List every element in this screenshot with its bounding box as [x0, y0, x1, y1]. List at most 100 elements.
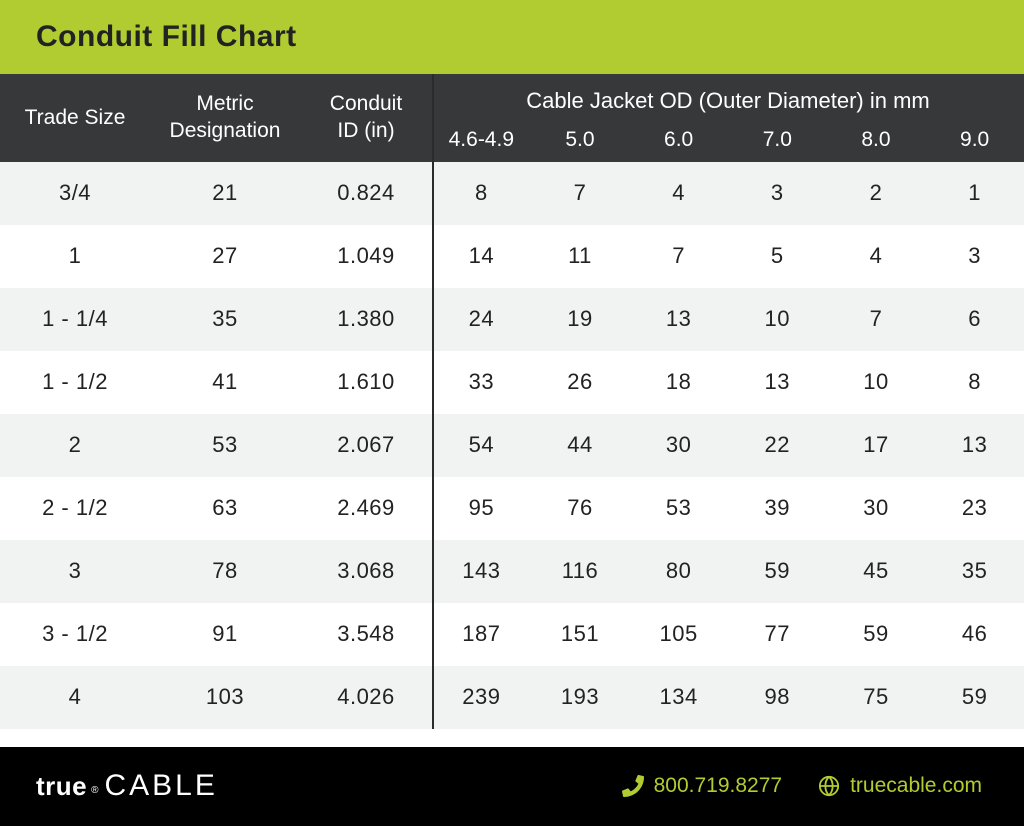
conduit-fill-table: Trade Size MetricDesignation ConduitID (…: [0, 74, 1024, 729]
cell-metric: 35: [150, 288, 300, 351]
cell-od-4: 10: [827, 351, 926, 414]
cell-od-0: 54: [432, 414, 531, 477]
page-title: Conduit Fill Chart: [36, 20, 297, 54]
phone-item: 800.719.8277: [622, 774, 782, 798]
cell-trade: 2 - 1/2: [0, 477, 150, 540]
cell-od-0: 187: [432, 603, 531, 666]
cell-od-0: 8: [432, 162, 531, 225]
cell-od-4: 75: [827, 666, 926, 729]
table-row: 3783.06814311680594535: [0, 540, 1024, 603]
cell-conduit: 2.067: [300, 414, 432, 477]
cell-od-2: 105: [629, 603, 728, 666]
cell-od-0: 239: [432, 666, 531, 729]
cell-od-1: 193: [531, 666, 630, 729]
cell-conduit: 0.824: [300, 162, 432, 225]
cell-od-5: 8: [925, 351, 1024, 414]
cell-od-1: 44: [531, 414, 630, 477]
table-row: 2 - 1/2632.469957653393023: [0, 477, 1024, 540]
cell-od-0: 14: [432, 225, 531, 288]
brand-registered-icon: ®: [91, 785, 98, 796]
phone-icon: [622, 775, 644, 797]
cell-od-4: 17: [827, 414, 926, 477]
cell-od-2: 80: [629, 540, 728, 603]
col-header-od-1: 5.0: [531, 118, 630, 162]
cell-metric: 91: [150, 603, 300, 666]
cell-od-0: 33: [432, 351, 531, 414]
cell-od-3: 13: [728, 351, 827, 414]
cell-od-0: 143: [432, 540, 531, 603]
col-header-od-group: Cable Jacket OD (Outer Diameter) in mm: [432, 74, 1024, 118]
cell-od-2: 13: [629, 288, 728, 351]
cell-od-5: 23: [925, 477, 1024, 540]
cell-metric: 78: [150, 540, 300, 603]
cell-od-4: 30: [827, 477, 926, 540]
vertical-divider: [432, 74, 434, 729]
col-header-od-4: 8.0: [827, 118, 926, 162]
cell-metric: 63: [150, 477, 300, 540]
col-header-od-3: 7.0: [728, 118, 827, 162]
cell-od-0: 95: [432, 477, 531, 540]
cell-metric: 103: [150, 666, 300, 729]
cell-od-5: 59: [925, 666, 1024, 729]
cell-od-2: 30: [629, 414, 728, 477]
cell-od-2: 134: [629, 666, 728, 729]
cell-conduit: 3.068: [300, 540, 432, 603]
cell-conduit: 3.548: [300, 603, 432, 666]
cell-trade: 3/4: [0, 162, 150, 225]
cell-od-0: 24: [432, 288, 531, 351]
col-header-conduit-id: ConduitID (in): [300, 74, 432, 162]
table-row: 1271.04914117543: [0, 225, 1024, 288]
cell-trade: 1 - 1/2: [0, 351, 150, 414]
table-row: 41034.026239193134987559: [0, 666, 1024, 729]
cell-od-1: 11: [531, 225, 630, 288]
cell-conduit: 1.049: [300, 225, 432, 288]
table-row: 3/4210.824874321: [0, 162, 1024, 225]
cell-od-5: 1: [925, 162, 1024, 225]
cell-od-3: 59: [728, 540, 827, 603]
page: Conduit Fill Chart Trade Size MetricDesi…: [0, 0, 1024, 826]
cell-od-4: 7: [827, 288, 926, 351]
cell-trade: 1 - 1/4: [0, 288, 150, 351]
cell-od-1: 76: [531, 477, 630, 540]
table-row: 3 - 1/2913.548187151105775946: [0, 603, 1024, 666]
cell-od-1: 7: [531, 162, 630, 225]
website-item: truecable.com: [818, 774, 982, 798]
table-row: 1 - 1/4351.3802419131076: [0, 288, 1024, 351]
website-url: truecable.com: [850, 774, 982, 798]
cell-metric: 41: [150, 351, 300, 414]
brand-cable: CABLE: [105, 769, 218, 803]
cell-od-1: 19: [531, 288, 630, 351]
globe-icon: [818, 775, 840, 797]
cell-od-5: 35: [925, 540, 1024, 603]
cell-od-2: 4: [629, 162, 728, 225]
cell-od-3: 3: [728, 162, 827, 225]
brand-logo: true ® CABLE: [36, 769, 218, 803]
cell-od-5: 46: [925, 603, 1024, 666]
cell-conduit: 4.026: [300, 666, 432, 729]
cell-od-3: 10: [728, 288, 827, 351]
col-header-od-0: 4.6-4.9: [432, 118, 531, 162]
phone-number: 800.719.8277: [654, 774, 782, 798]
col-header-trade-size: Trade Size: [0, 74, 150, 162]
cell-od-4: 4: [827, 225, 926, 288]
cell-trade: 2: [0, 414, 150, 477]
col-header-metric-designation: MetricDesignation: [150, 74, 300, 162]
cell-od-2: 18: [629, 351, 728, 414]
cell-od-4: 59: [827, 603, 926, 666]
cell-od-5: 6: [925, 288, 1024, 351]
cell-od-5: 13: [925, 414, 1024, 477]
table-row: 2532.067544430221713: [0, 414, 1024, 477]
contact-block: 800.719.8277 truecable.com: [622, 774, 982, 798]
cell-conduit: 2.469: [300, 477, 432, 540]
cell-od-3: 5: [728, 225, 827, 288]
cell-conduit: 1.610: [300, 351, 432, 414]
cell-metric: 27: [150, 225, 300, 288]
cell-trade: 4: [0, 666, 150, 729]
cell-conduit: 1.380: [300, 288, 432, 351]
cell-metric: 53: [150, 414, 300, 477]
cell-od-3: 98: [728, 666, 827, 729]
cell-od-3: 77: [728, 603, 827, 666]
col-header-od-2: 6.0: [629, 118, 728, 162]
cell-od-1: 26: [531, 351, 630, 414]
cell-od-3: 22: [728, 414, 827, 477]
